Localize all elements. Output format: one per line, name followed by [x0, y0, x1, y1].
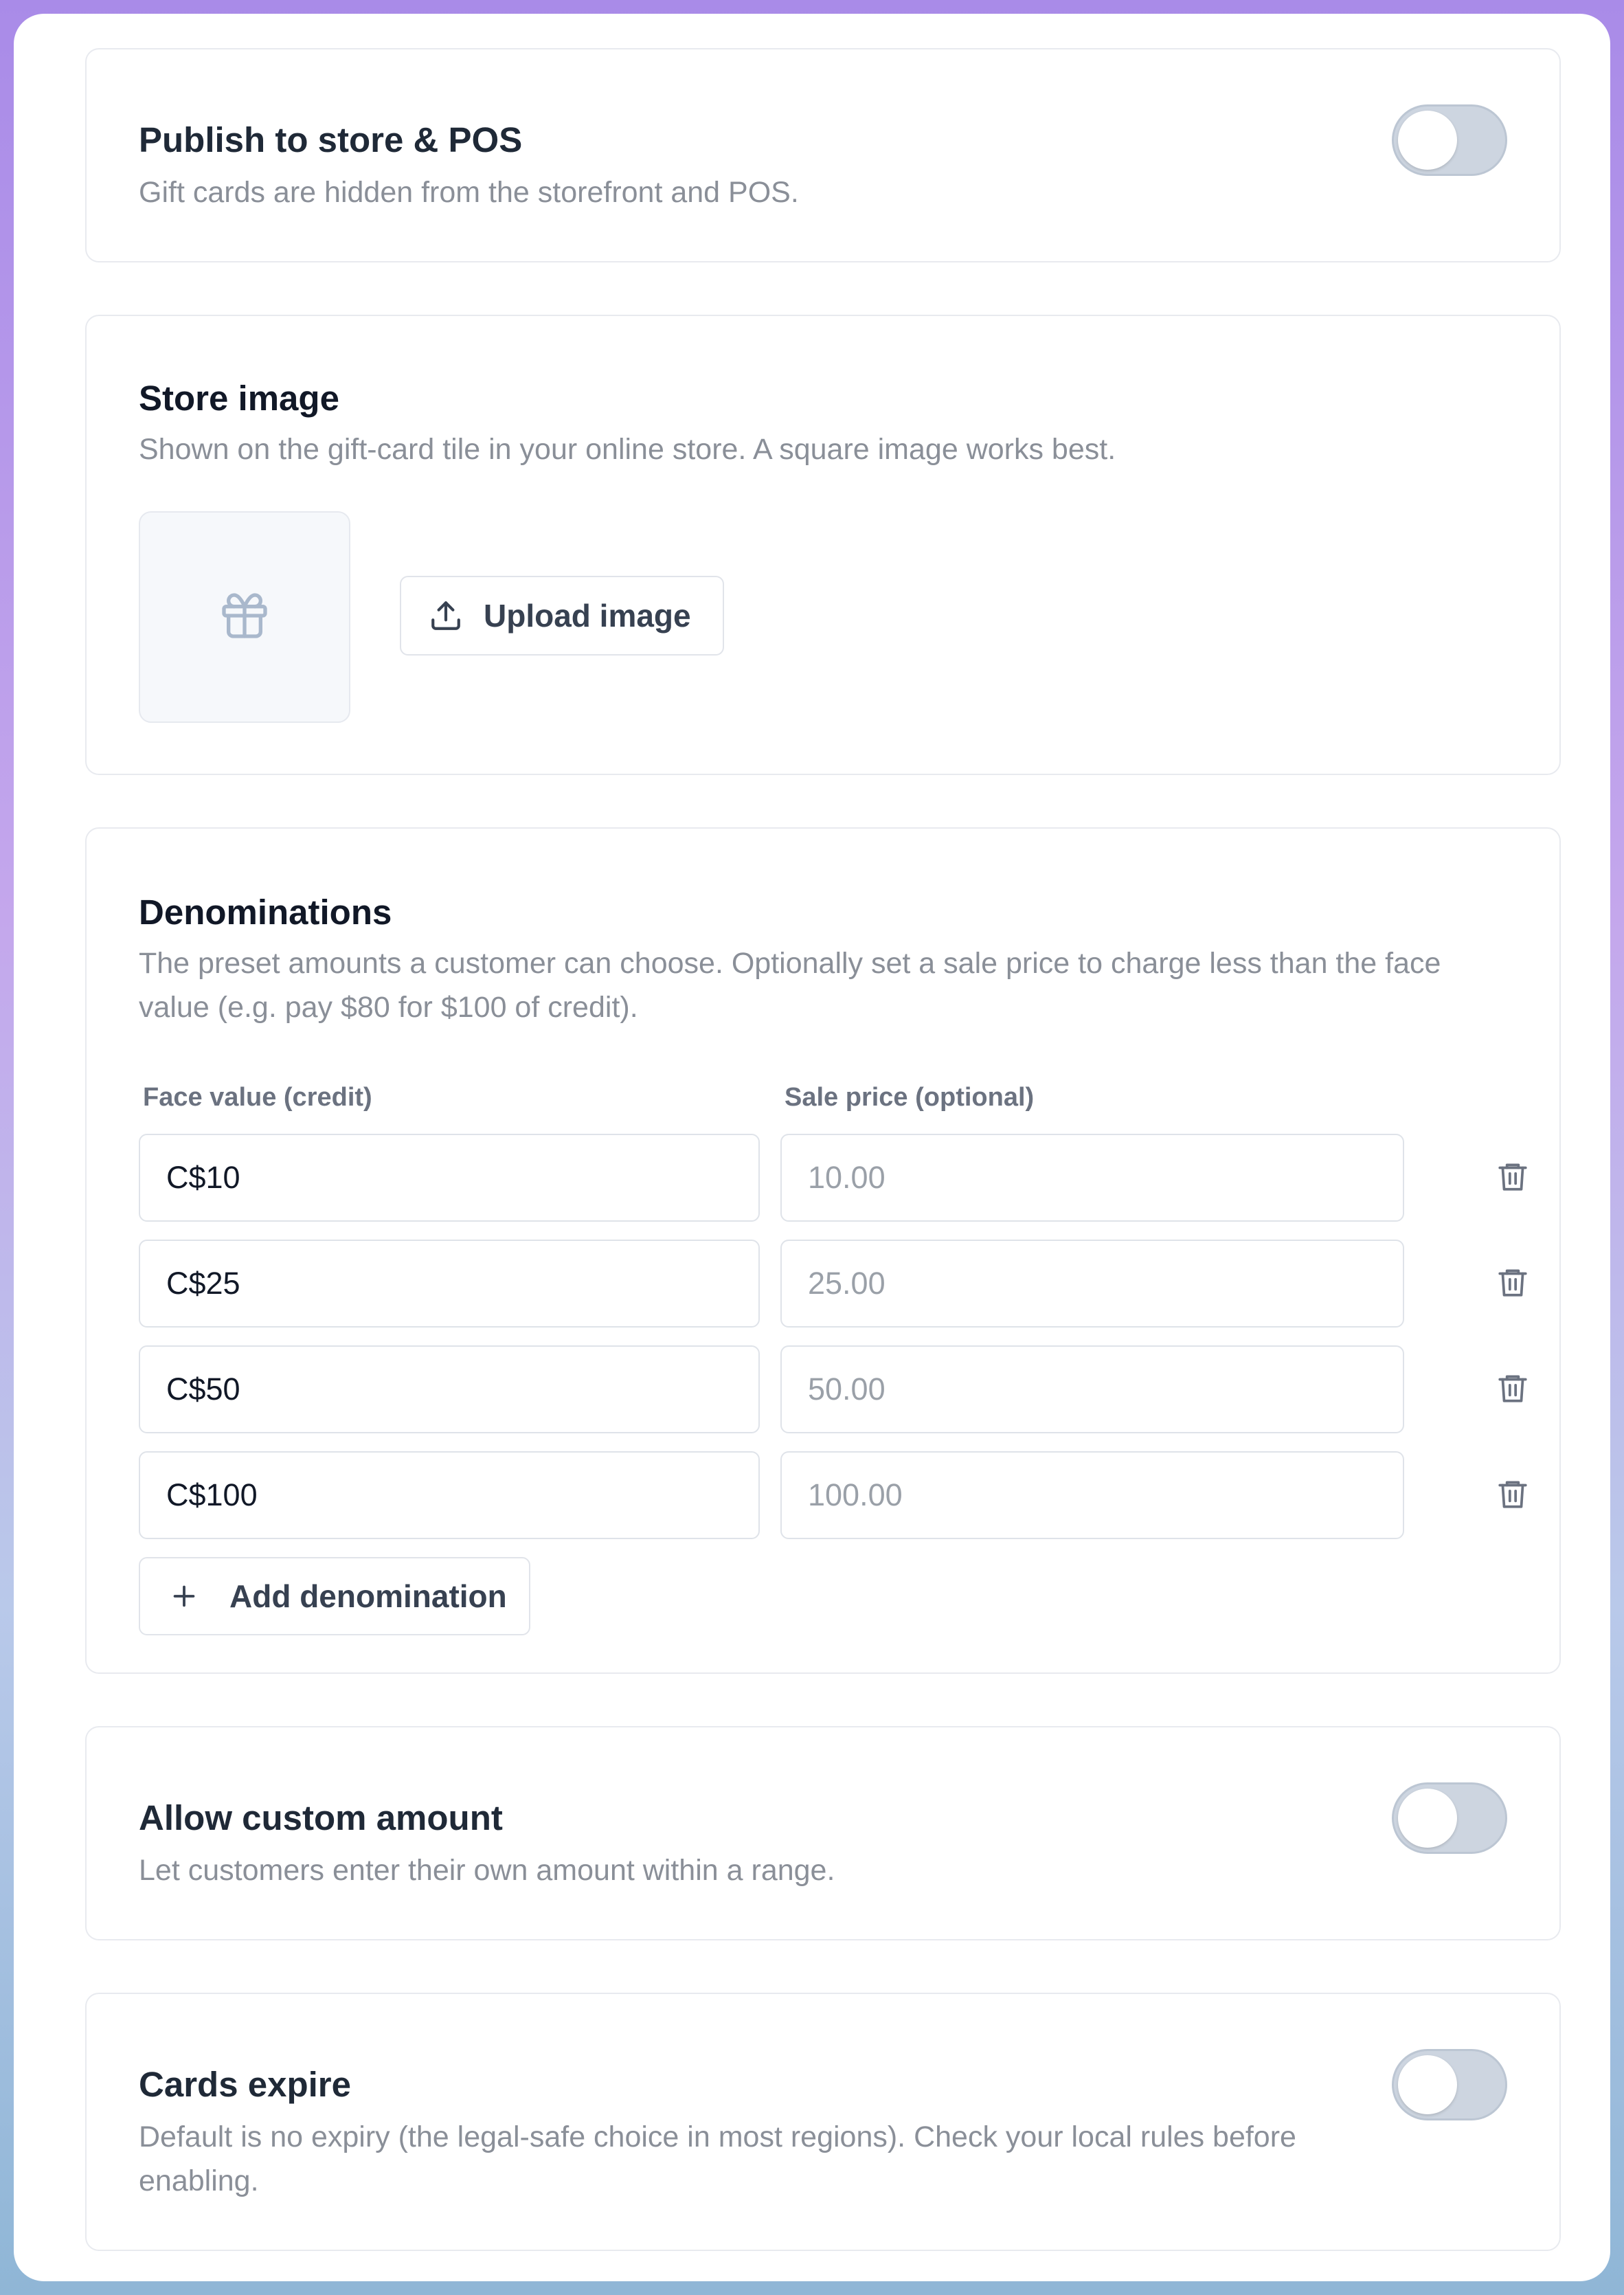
sale-price-input[interactable]: 25.00	[780, 1240, 1404, 1328]
face-value-input[interactable]: C$10	[139, 1134, 760, 1222]
add-denomination-label: Add denomination	[229, 1578, 507, 1614]
custom-amount-description: Let customers enter their own amount wit…	[139, 1854, 835, 1887]
toggle-knob	[1398, 1789, 1457, 1848]
add-denomination-button[interactable]: Add denomination	[139, 1557, 530, 1635]
trash-icon	[1496, 1159, 1530, 1197]
sale-price-input[interactable]: 50.00	[780, 1345, 1404, 1433]
sale-price-column-label: Sale price (optional)	[785, 1083, 1035, 1112]
delete-denomination-button[interactable]	[1492, 1263, 1533, 1304]
custom-amount-title: Allow custom amount	[139, 1798, 503, 1837]
toggle-knob	[1398, 111, 1457, 170]
upload-image-label: Upload image	[484, 598, 691, 634]
denominations-title: Denominations	[139, 893, 392, 932]
store-image-card: Store image Shown on the gift-card tile …	[85, 315, 1561, 775]
toggle-knob	[1398, 2055, 1457, 2114]
trash-icon	[1496, 1477, 1530, 1514]
image-preview[interactable]	[139, 511, 350, 723]
delete-denomination-button[interactable]	[1492, 1157, 1533, 1198]
denominations-card: Denominations The preset amounts a custo…	[85, 827, 1561, 1674]
settings-window: Publish to store & POS Gift cards are hi…	[14, 14, 1610, 2281]
denominations-description: The preset amounts a customer can choose…	[139, 947, 1441, 1024]
plus-icon	[168, 1580, 201, 1612]
custom-amount-toggle[interactable]	[1392, 1782, 1507, 1854]
publish-description: Gift cards are hidden from the storefron…	[139, 176, 799, 209]
sale-price-input[interactable]: 100.00	[780, 1451, 1404, 1539]
expire-card: Cards expire Default is no expiry (the l…	[85, 1993, 1561, 2251]
upload-icon	[427, 598, 464, 633]
trash-icon	[1496, 1371, 1530, 1409]
face-value-column-label: Face value (credit)	[143, 1083, 372, 1112]
expire-description: Default is no expiry (the legal-safe cho…	[139, 2120, 1296, 2197]
gift-icon	[217, 588, 272, 647]
face-value-input[interactable]: C$50	[139, 1345, 760, 1433]
store-image-description: Shown on the gift-card tile in your onli…	[139, 433, 1116, 466]
publish-toggle[interactable]	[1392, 104, 1507, 176]
sale-price-input[interactable]: 10.00	[780, 1134, 1404, 1222]
upload-image-button[interactable]: Upload image	[400, 576, 724, 656]
delete-denomination-button[interactable]	[1492, 1475, 1533, 1516]
custom-amount-card: Allow custom amount Let customers enter …	[85, 1726, 1561, 1940]
delete-denomination-button[interactable]	[1492, 1369, 1533, 1410]
store-image-title: Store image	[139, 379, 339, 418]
trash-icon	[1496, 1265, 1530, 1303]
publish-title: Publish to store & POS	[139, 120, 523, 159]
face-value-input[interactable]: C$100	[139, 1451, 760, 1539]
expire-toggle[interactable]	[1392, 2049, 1507, 2120]
publish-card: Publish to store & POS Gift cards are hi…	[85, 48, 1561, 262]
face-value-input[interactable]: C$25	[139, 1240, 760, 1328]
expire-title: Cards expire	[139, 2065, 351, 2104]
